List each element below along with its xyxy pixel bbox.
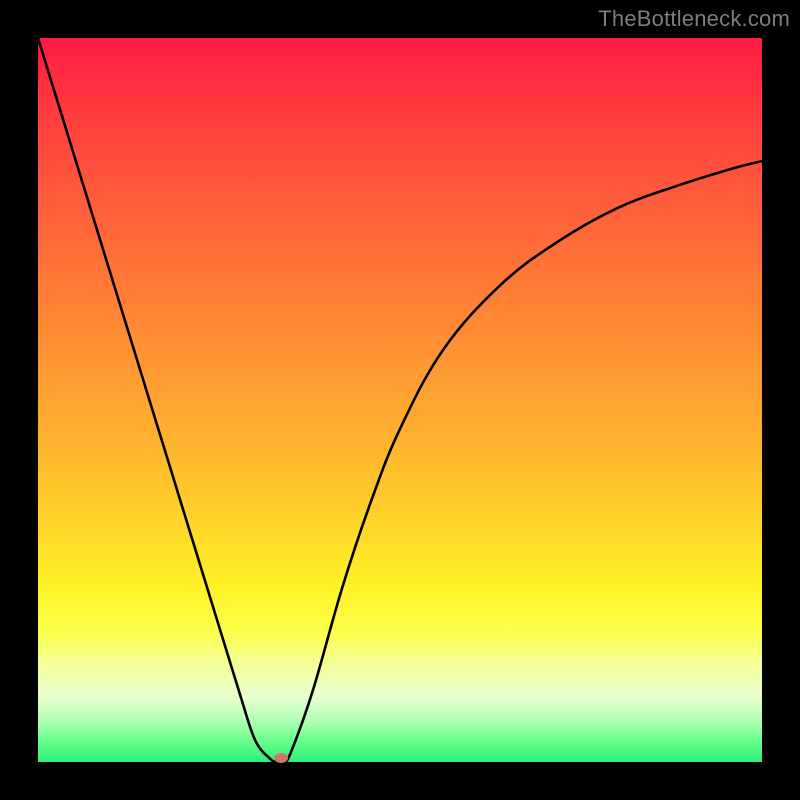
optimal-point-marker <box>274 753 288 763</box>
watermark-text: TheBottleneck.com <box>598 6 790 32</box>
bottleneck-curve <box>38 38 762 762</box>
chart-frame: TheBottleneck.com <box>0 0 800 800</box>
plot-area <box>38 38 762 762</box>
